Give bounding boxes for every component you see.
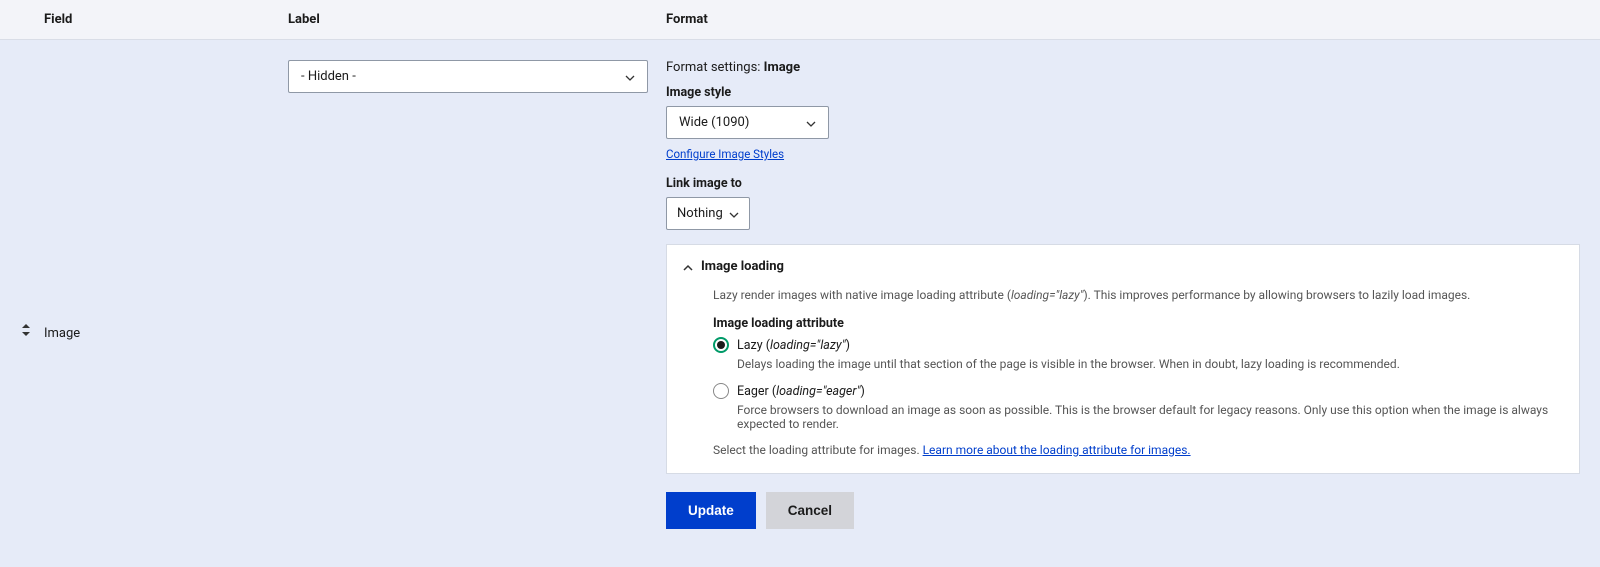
link-image-to-select[interactable]: Nothing [666, 197, 750, 230]
cancel-button[interactable]: Cancel [766, 492, 854, 529]
learn-more-link[interactable]: Learn more about the loading attribute f… [923, 443, 1191, 457]
format-settings-header: Format settings: Image [666, 60, 1580, 75]
table-header-row: Field Label Format [0, 0, 1600, 40]
label-visibility-select[interactable]: - Hidden - [288, 60, 648, 93]
loading-eager-help: Force browsers to download an image as s… [737, 403, 1563, 431]
header-format: Format [666, 12, 1580, 27]
loading-lazy-radio[interactable] [713, 337, 729, 353]
loading-lazy-help: Delays loading the image until that sect… [737, 357, 1563, 371]
table-row: Image - Hidden - Format settings: Image … [0, 40, 1600, 549]
loading-eager-label: Eager (loading="eager") [737, 384, 865, 399]
loading-eager-radio[interactable] [713, 383, 729, 399]
link-image-to-value: Nothing [677, 206, 723, 221]
drag-handle-icon[interactable] [20, 324, 32, 336]
link-image-to-label: Link image to [666, 176, 1580, 191]
loading-lazy-label: Lazy (loading="lazy") [737, 338, 850, 353]
image-style-label: Image style [666, 85, 1580, 100]
label-visibility-value: - Hidden - [301, 69, 356, 84]
chevron-down-icon [625, 72, 635, 82]
image-loading-details: Image loading Lazy render images with na… [666, 244, 1580, 474]
loading-footer-help: Select the loading attribute for images.… [713, 443, 1563, 457]
update-button[interactable]: Update [666, 492, 756, 529]
chevron-up-icon [683, 262, 693, 272]
image-style-select[interactable]: Wide (1090) [666, 106, 829, 139]
chevron-down-icon [729, 209, 739, 219]
header-field: Field [44, 12, 288, 27]
image-loading-description: Lazy render images with native image loa… [713, 288, 1563, 302]
field-name-label: Image [44, 54, 288, 341]
image-style-value: Wide (1090) [679, 115, 749, 130]
loading-attribute-label: Image loading attribute [713, 316, 1563, 331]
chevron-down-icon [806, 118, 816, 128]
configure-image-styles-link[interactable]: Configure Image Styles [666, 147, 784, 161]
header-label: Label [288, 12, 666, 27]
image-loading-summary[interactable]: Image loading [683, 259, 1563, 274]
